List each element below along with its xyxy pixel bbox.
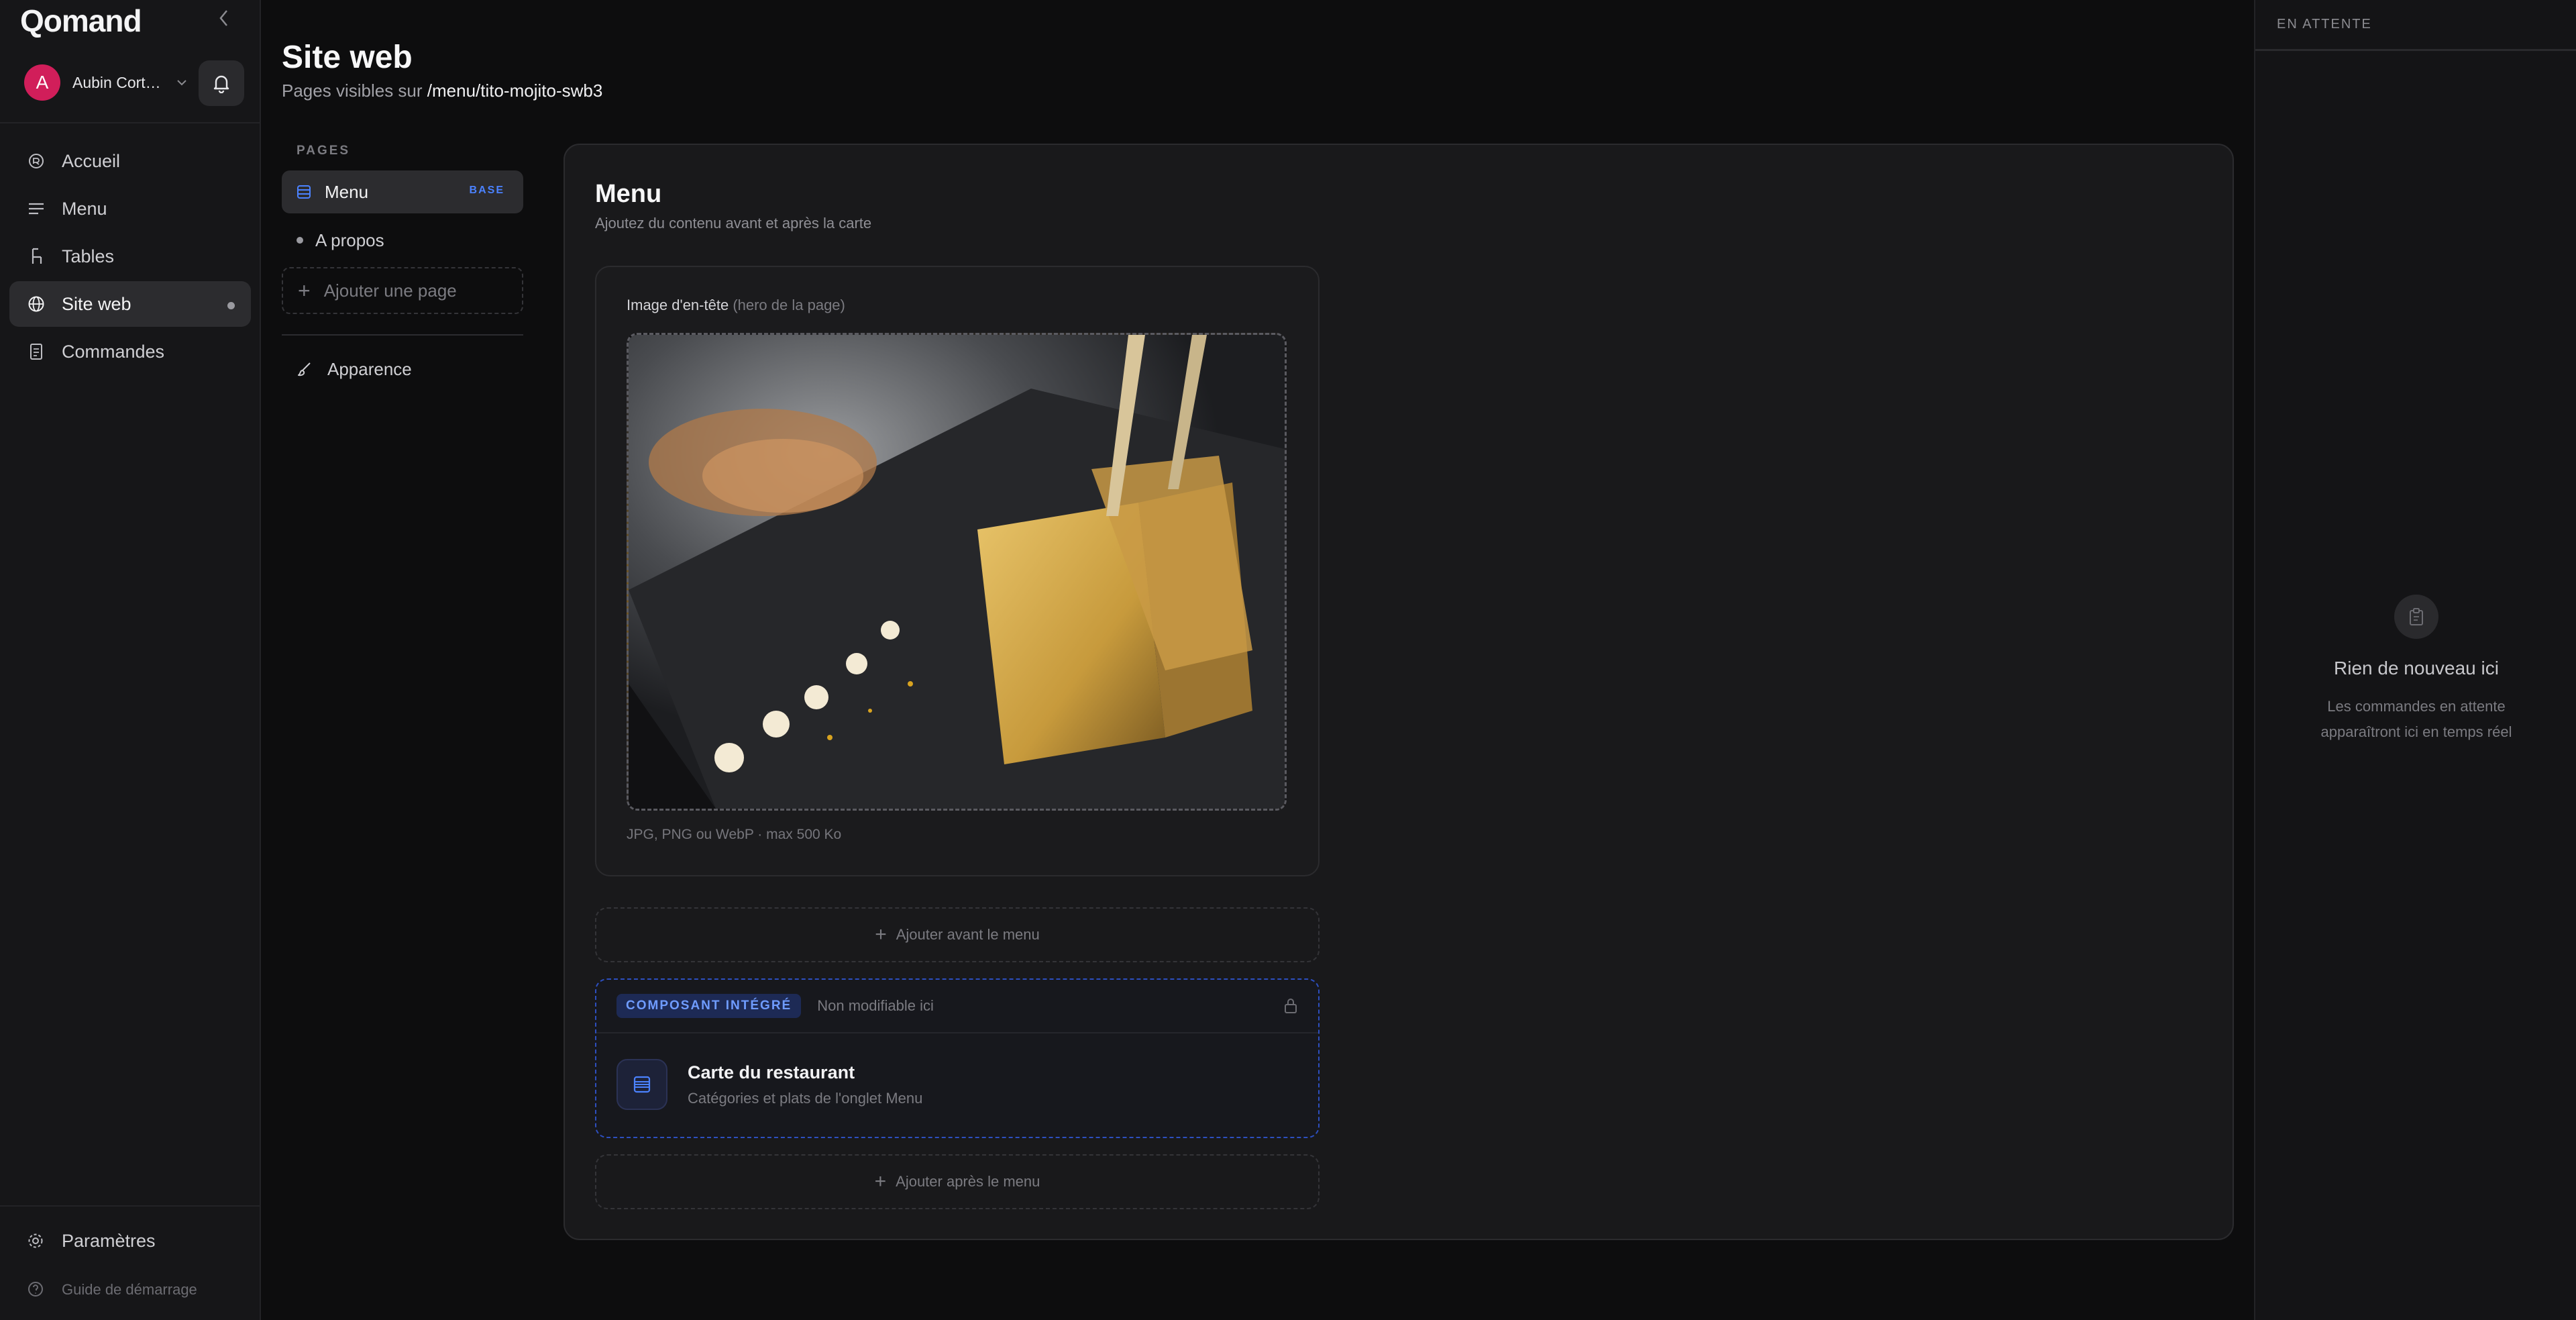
chevron-down-icon	[176, 80, 186, 86]
integrated-text: Carte du restaurant Catégories et plats …	[688, 1062, 922, 1107]
help-circle-icon	[27, 1280, 46, 1299]
home-circle-icon	[27, 152, 46, 170]
integrated-body: Carte du restaurant Catégories et plats …	[616, 1059, 922, 1110]
page-item-menu[interactable]: Menu BASE	[282, 170, 523, 213]
lock-icon	[1285, 999, 1297, 1013]
add-page-button[interactable]: + Ajouter une page	[282, 267, 523, 314]
nav-item-menu[interactable]: Menu	[9, 186, 251, 232]
page-label-a-propos: A propos	[315, 230, 384, 250]
settings-label: Paramètres	[62, 1231, 156, 1251]
app-root: Qomand A Aubin Cort… Accueil Menu Tables…	[0, 0, 2576, 1320]
nav-item-commandes[interactable]: Commandes	[9, 329, 251, 374]
pending-empty-state: Rien de nouveau ici Les commandes en att…	[2255, 595, 2576, 745]
integrated-note: Non modifiable ici	[817, 997, 934, 1014]
page-title: Site web	[282, 40, 413, 75]
hero-image-upload[interactable]	[627, 333, 1287, 811]
lines-icon	[27, 199, 46, 218]
pending-header: EN ATTENTE	[2255, 0, 2576, 51]
pending-orders-panel: EN ATTENTE Rien de nouveau ici Les comma…	[2254, 0, 2576, 1320]
hero-upload-hint: JPG, PNG ou WebP · max 500 Ko	[627, 827, 842, 842]
nav-item-site-web[interactable]: Site web	[9, 281, 251, 327]
page-item-a-propos[interactable]: A propos	[282, 219, 523, 262]
settings-link[interactable]: Paramètres	[27, 1231, 156, 1252]
add-before-label: Ajouter avant le menu	[896, 926, 1040, 943]
brush-icon	[298, 362, 311, 376]
sidebar: Qomand A Aubin Cort… Accueil Menu Tables…	[0, 0, 261, 1320]
guide-label: Guide de démarrage	[62, 1281, 197, 1298]
gear-icon	[27, 1232, 46, 1251]
pending-empty-text: Les commandes en attente apparaîtront ic…	[2320, 698, 2512, 740]
nav-label-menu: Menu	[62, 198, 107, 219]
hero-image-photo	[629, 335, 1285, 809]
appearance-label: Apparence	[327, 358, 412, 379]
bell-icon	[213, 75, 229, 93]
user-menu[interactable]: A Aubin Cort…	[24, 64, 192, 101]
add-after-menu-button[interactable]: + Ajouter après le menu	[595, 1154, 1320, 1209]
chevron-left-icon	[219, 10, 227, 26]
pages-section-label: PAGES	[297, 144, 351, 158]
nav-item-accueil[interactable]: Accueil	[9, 138, 251, 184]
card-subtitle: Ajoutez du contenu avant et après la car…	[595, 215, 872, 232]
sidebar-divider-bottom	[0, 1205, 261, 1207]
collapse-sidebar-button[interactable]	[213, 8, 235, 30]
add-after-label: Ajouter après le menu	[896, 1173, 1040, 1190]
pages-divider	[282, 334, 523, 336]
hero-label-hint: (hero de la page)	[733, 297, 845, 313]
avatar: A	[24, 64, 60, 101]
globe-icon	[27, 295, 46, 313]
clipboard-icon	[2394, 595, 2438, 639]
main-nav: Accueil Menu Tables Site web Commandes	[9, 138, 251, 376]
plus-icon: +	[298, 278, 311, 303]
appearance-link[interactable]: Apparence	[282, 356, 523, 383]
add-before-menu-button[interactable]: + Ajouter avant le menu	[595, 907, 1320, 962]
user-name: Aubin Cort…	[72, 73, 161, 91]
menu-card-icon	[616, 1059, 667, 1110]
page-label-menu: Menu	[325, 181, 369, 202]
integrated-component: COMPOSANT INTÉGRÉ Non modifiable ici Car…	[595, 978, 1320, 1138]
notifications-button[interactable]	[199, 60, 244, 106]
add-page-label: Ajouter une page	[323, 280, 457, 301]
stack-icon	[297, 185, 311, 199]
base-badge: BASE	[469, 185, 504, 196]
pending-empty-title: Rien de nouveau ici	[2334, 658, 2499, 678]
bullet-icon	[297, 237, 303, 244]
subtitle-prefix: Pages visibles sur	[282, 81, 427, 101]
integrated-subtitle: Catégories et plats de l'onglet Menu	[688, 1089, 923, 1107]
guide-link[interactable]: Guide de démarrage	[27, 1280, 197, 1299]
nav-label-tables: Tables	[62, 246, 115, 266]
nav-label-commandes: Commandes	[62, 341, 165, 362]
pages-list: PAGES Menu BASE A propos + Ajouter une p…	[282, 144, 523, 383]
integrated-title: Carte du restaurant	[688, 1062, 855, 1082]
receipt-icon	[27, 342, 46, 361]
plus-icon: +	[875, 923, 887, 946]
active-indicator-dot	[227, 302, 235, 309]
plus-icon: +	[874, 1170, 887, 1192]
nav-label-site-web: Site web	[62, 293, 131, 314]
nav-item-tables[interactable]: Tables	[9, 234, 251, 279]
site-path-link[interactable]: /menu/tito-mojito-swb3	[427, 81, 603, 101]
nav-label-accueil: Accueil	[62, 150, 121, 171]
hero-label: Image d'en-tête (hero de la page)	[627, 297, 845, 314]
page-editor-card: Menu Ajoutez du contenu avant et après l…	[564, 144, 2234, 1240]
card-title: Menu	[595, 180, 662, 208]
sidebar-divider	[0, 122, 261, 123]
chair-icon	[27, 247, 46, 266]
hero-image-section: Image d'en-tête (hero de la page) JPG, P…	[595, 266, 1320, 876]
page-subtitle: Pages visibles sur /menu/tito-mojito-swb…	[282, 81, 602, 101]
integrated-header: COMPOSANT INTÉGRÉ Non modifiable ici	[596, 980, 1318, 1033]
integrated-badge: COMPOSANT INTÉGRÉ	[616, 994, 802, 1018]
hero-label-main: Image d'en-tête	[627, 297, 729, 313]
app-logo: Qomand	[20, 3, 142, 38]
